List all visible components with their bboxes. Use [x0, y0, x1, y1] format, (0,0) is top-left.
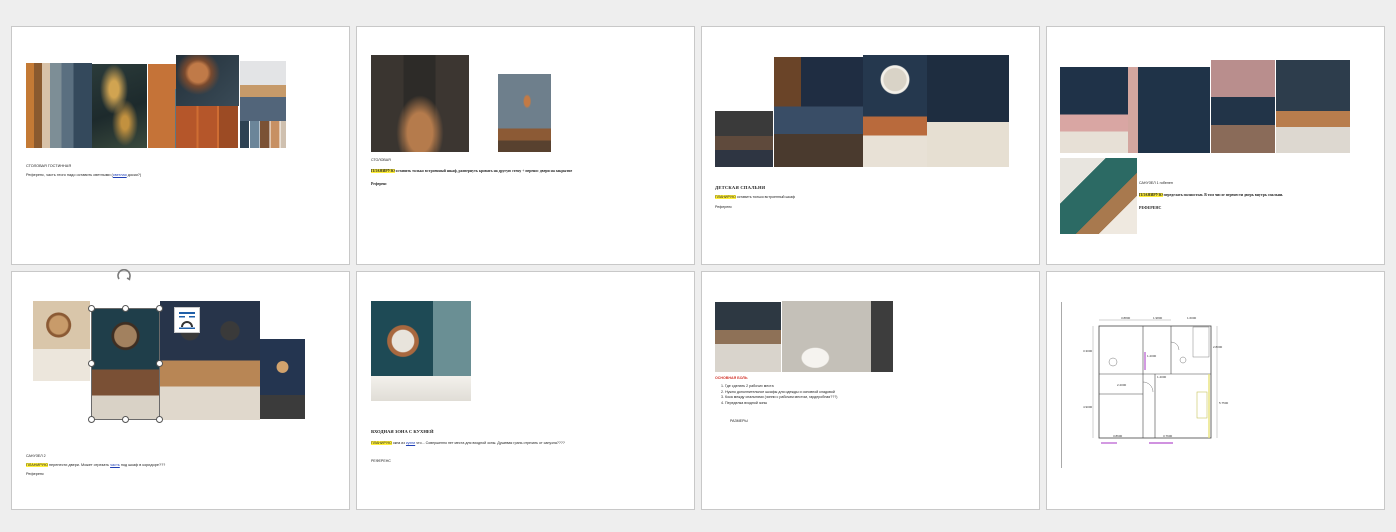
resize-handle-br[interactable]	[156, 416, 163, 423]
kids-bedroom-photo-wood	[774, 57, 864, 167]
kids-bedroom-photo-shelves	[927, 55, 1009, 167]
slide-3-plan-text: оставить только встроенный шкаф	[735, 195, 796, 199]
moodboard-swatches	[240, 121, 286, 148]
slide-5-plan-tail: под шкаф в коридоре???	[119, 463, 166, 467]
bathroom1-photo-3	[1211, 60, 1275, 153]
slide-1-note: Референс, часть этого надо оставить свет…	[26, 173, 141, 178]
slide-3-ref: Референс	[715, 205, 732, 209]
slide-6-note: ПЛАНИРУЮ окна из кухни что... Совершенно…	[371, 441, 565, 446]
slide-7-ref: РАЗМЕРЫ	[730, 419, 748, 423]
slide-3-title: ДЕТСКАЯ СПАЛЬНЯ	[715, 185, 766, 190]
resize-handle-bc[interactable]	[122, 416, 129, 423]
slide-4-plan-highlight: ПЛАНИРУЮ	[1139, 193, 1163, 197]
dim-label: 1.4000	[1157, 375, 1167, 379]
slide-6-note-link[interactable]: кухни	[406, 441, 415, 445]
dim-label: 3.7600	[1163, 434, 1173, 438]
vertical-guide-line	[1061, 302, 1062, 468]
kitchen-photo-2	[782, 301, 893, 372]
slide-3-note: ПЛАНИРУЮ оставить только встроенный шкаф	[715, 195, 795, 200]
kids-bedroom-photo-small	[715, 111, 773, 167]
moodboard-palette	[26, 63, 92, 148]
slide-6-plan-text: окна из	[391, 441, 406, 445]
slide-6-title: ВХОДНАЯ ЗОНА С КУХНЕЙ	[371, 429, 434, 434]
moodboard-grass-photo	[92, 64, 147, 148]
slide-6-plan-tail: что... Совершенно нет места для входной …	[415, 441, 565, 445]
bathroom1-photo-2	[1128, 67, 1210, 153]
pain-point-item: Переделка входной зоны	[725, 401, 837, 407]
slide-2[interactable]: СТОЛОВАЯ ПЛАНИРУЮ оставить только встрое…	[356, 26, 695, 265]
slide-5-note-link[interactable]: часть	[110, 463, 120, 467]
dim-label: 2.8000	[1213, 345, 1223, 349]
floor-plan: 3.8800 1.9800 1.6000 3.3000 2.8000 1.200…	[1083, 312, 1233, 457]
dim-label: 5.7500	[1219, 401, 1229, 405]
kids-bedroom-photo-round	[863, 55, 927, 167]
resize-handle-tl[interactable]	[88, 305, 95, 312]
slide-3-plan-highlight: ПЛАНИРУЮ	[715, 195, 736, 199]
dim-label: 1.6000	[1187, 316, 1197, 320]
slide-1-note-tail: доски?)	[126, 173, 142, 177]
slide-6-ref: РЕФЕРЕНС	[371, 459, 391, 463]
slide-5-plan-highlight: ПЛАНИРУЮ	[26, 463, 48, 467]
dim-label: 3.8600	[1113, 434, 1123, 438]
slide-5-title: САНУЗЕЛ 2	[26, 454, 46, 458]
dim-label: 4.9000	[1083, 405, 1093, 409]
slide-5-ref: Референс	[26, 472, 44, 476]
resize-handle-bl[interactable]	[88, 416, 95, 423]
resize-handle-ml[interactable]	[88, 360, 95, 367]
resize-handle-mr[interactable]	[156, 360, 163, 367]
slide-7[interactable]: ОСНОВНАЯ БОЛЬ Где сделать 2 рабочих мест…	[701, 271, 1040, 510]
slide-5[interactable]: САНУЗЕЛ 2 ПЛАНИРУЮ перенести двери. Може…	[11, 268, 350, 510]
pain-points-list: Где сделать 2 рабочих места Нужно дополн…	[715, 384, 837, 406]
dining-room-pendant-photo	[498, 74, 551, 152]
slide-3[interactable]: ДЕТСКАЯ СПАЛЬНЯ ПЛАНИРУЮ оставить только…	[701, 26, 1040, 265]
slide-1-note-text: Референс, часть этого надо оставить свет…	[26, 173, 113, 177]
slide-2-ref: Референс	[371, 182, 387, 186]
kitchen-photo-1	[715, 302, 781, 372]
slide-1-note-link[interactable]: светлая	[113, 173, 127, 177]
dim-label: 1.2000	[1147, 354, 1157, 358]
slide-7-title: ОСНОВНАЯ БОЛЬ	[715, 376, 748, 380]
slide-4-note: ПЛАНИРУЮ переделать полностью. В том чис…	[1139, 193, 1283, 198]
dim-label: 3.8800	[1121, 316, 1131, 320]
slide-6-plan-highlight: ПЛАНИРУЮ	[371, 441, 392, 445]
slide-6[interactable]: ВХОДНАЯ ЗОНА С КУХНЕЙ ПЛАНИРУЮ окна из к…	[356, 271, 695, 510]
bathroom1-photo-1	[1060, 67, 1128, 153]
dining-room-photo	[371, 55, 469, 152]
slide-4-ref: РЕФЕРЕНС	[1139, 205, 1162, 210]
slide-2-plan-highlight: ПЛАНИРУЮ	[371, 169, 395, 173]
moodboard-leather-photo	[176, 55, 239, 106]
dim-label: 2.2000	[1117, 383, 1127, 387]
slide-4[interactable]: САНУЗЕЛ 1 гобелен ПЛАНИРУЮ переделать по…	[1046, 26, 1385, 265]
bathroom1-photo-5	[1060, 158, 1137, 234]
rotate-handle-icon[interactable]	[116, 268, 132, 281]
bathroom2-photo-1	[33, 301, 90, 381]
slide-2-title: СТОЛОВАЯ	[371, 158, 391, 162]
moodboard-rust-panels	[176, 106, 238, 148]
bathroom1-photo-4	[1276, 60, 1350, 153]
selection-frame	[91, 308, 160, 420]
layout-options-icon[interactable]	[174, 307, 200, 333]
slide-2-note: ПЛАНИРУЮ оставить только встроенный шкаф…	[371, 169, 572, 174]
slide-1[interactable]: СТОЛОВАЯ ГОСТИННАЯ Референс, часть этого…	[11, 26, 350, 265]
moodboard-bedroom-photo	[240, 61, 286, 121]
slide-4-plan-text: переделать полностью. В том числе перене…	[1162, 193, 1284, 197]
slide-8[interactable]: 3.8800 1.9800 1.6000 3.3000 2.8000 1.200…	[1046, 271, 1385, 510]
slide-1-title: СТОЛОВАЯ ГОСТИННАЯ	[26, 164, 72, 168]
dim-label: 1.9800	[1153, 316, 1163, 320]
slide-2-plan-text: оставить только встроенный шкаф, разверн…	[394, 169, 573, 173]
resize-handle-tc[interactable]	[122, 305, 129, 312]
slide-4-title: САНУЗЕЛ 1 гобелен	[1139, 181, 1173, 185]
bathroom2-photo-4	[260, 339, 305, 419]
dim-label: 3.3000	[1083, 349, 1093, 353]
resize-handle-tr[interactable]	[156, 305, 163, 312]
slide-5-plan-text: перенести двери. Может отрезать	[47, 463, 111, 467]
slide-5-note: ПЛАНИРУЮ перенести двери. Может отрезать…	[26, 463, 165, 468]
pain-point-item: Кока между спальнями (чиппи с рабочим ме…	[725, 395, 837, 401]
entry-zone-sink	[371, 376, 471, 401]
